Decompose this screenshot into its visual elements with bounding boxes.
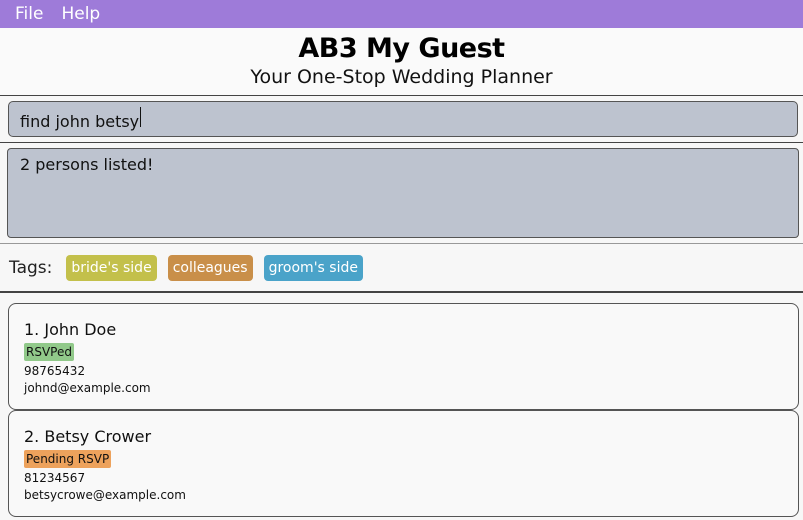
divider [0,243,803,244]
divider [0,291,803,293]
rsvp-status-badge: Pending RSVP [24,450,112,468]
person-email: johnd@example.com [24,381,151,395]
tag-grooms-side[interactable]: groom's side [263,255,363,281]
text-caret [140,107,142,127]
menu-help[interactable]: Help [46,4,100,24]
app-subtitle: Your One-Stop Wedding Planner [250,66,553,88]
person-name: 2. Betsy Crower [24,427,152,446]
person-card[interactable]: 2. Betsy Crower Pending RSVP 81234567 be… [8,410,799,517]
person-card[interactable]: 1. John Doe RSVPed 98765432 johnd@exampl… [8,303,799,410]
tags-label: Tags: [9,258,53,278]
menu-bar: File Help [0,0,803,28]
menu-file[interactable]: File [0,4,43,24]
app-header: AB3 My Guest Your One-Stop Wedding Plann… [0,28,803,95]
person-phone: 98765432 [24,364,86,378]
divider [0,142,803,143]
tag-colleagues[interactable]: colleagues [167,255,253,281]
command-input[interactable]: find john betsy [20,107,760,131]
command-box[interactable]: find john betsy [8,101,798,137]
result-display: 2 persons listed! [7,148,799,238]
person-name: 1. John Doe [24,320,117,339]
rsvp-status-badge: RSVPed [24,343,74,361]
divider [0,95,803,96]
result-message: 2 persons listed! [20,155,154,174]
person-phone: 81234567 [24,471,86,485]
person-email: betsycrowe@example.com [24,488,186,502]
app-title: AB3 My Guest [298,33,505,64]
person-list: 1. John Doe RSVPed 98765432 johnd@exampl… [8,303,799,517]
tag-brides-side[interactable]: bride's side [66,255,157,281]
command-text: find john betsy [20,112,140,131]
tags-bar: Tags: bride's side colleagues groom's si… [0,253,803,283]
